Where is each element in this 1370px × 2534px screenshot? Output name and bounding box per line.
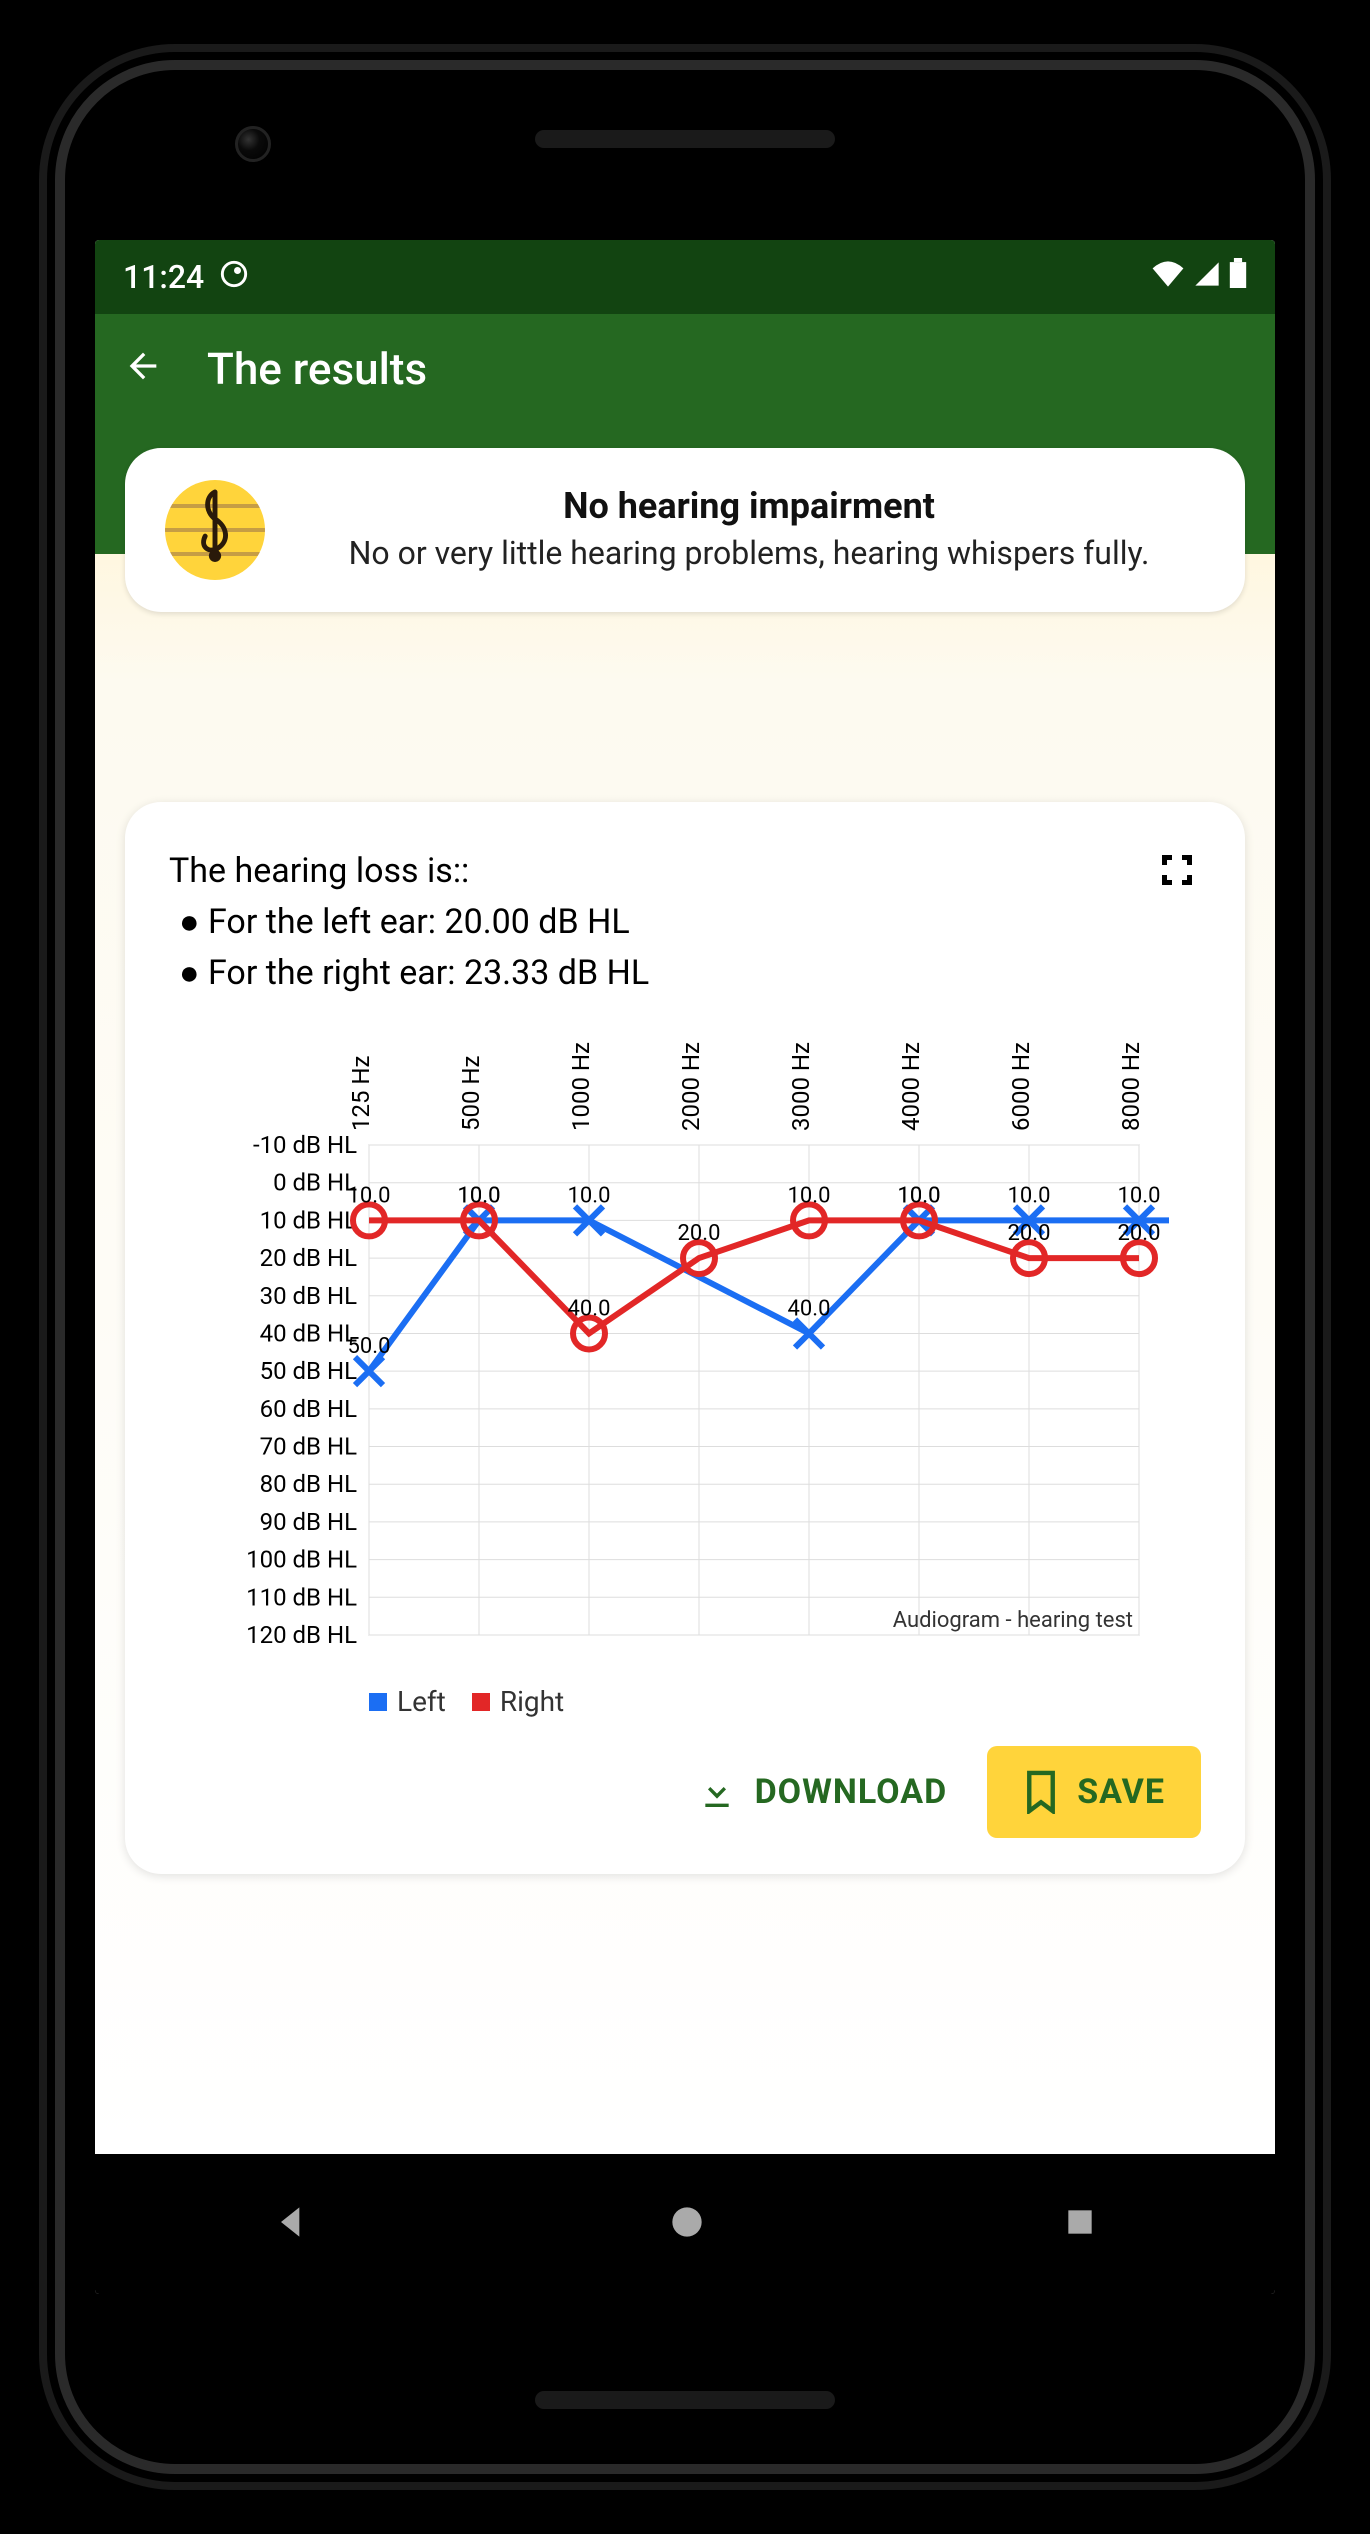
svg-text:10.0: 10.0: [1008, 1183, 1051, 1208]
svg-text:10 dB HL: 10 dB HL: [260, 1206, 357, 1234]
svg-text:20.0: 20.0: [1118, 1221, 1161, 1246]
android-nav-bar: [95, 2154, 1275, 2294]
svg-text:10.0: 10.0: [458, 1183, 501, 1208]
svg-text:60 dB HL: 60 dB HL: [260, 1395, 357, 1423]
nav-recent[interactable]: [1060, 2202, 1100, 2246]
chart-legend: Left Right: [369, 1685, 1201, 1718]
svg-text:3000 Hz: 3000 Hz: [787, 1042, 815, 1131]
hearing-loss-heading: The hearing loss is::: [169, 846, 649, 897]
svg-text:1000 Hz: 1000 Hz: [567, 1042, 595, 1131]
download-label: DOWNLOAD: [755, 1772, 948, 1812]
svg-text:125 Hz: 125 Hz: [347, 1055, 375, 1131]
page-title: The results: [207, 343, 427, 395]
hearing-loss-right: For the right ear: 23.33 dB HL: [208, 953, 649, 993]
signal-icon: [1193, 258, 1221, 296]
svg-text:10.0: 10.0: [898, 1183, 941, 1208]
status-bar: 11:24: [95, 240, 1275, 314]
legend-right: Right: [500, 1685, 564, 1718]
svg-text:20.0: 20.0: [678, 1221, 721, 1246]
treble-clef-icon: [165, 480, 265, 580]
svg-text:10.0: 10.0: [348, 1183, 391, 1208]
svg-text:110 dB HL: 110 dB HL: [246, 1583, 357, 1611]
svg-text:90 dB HL: 90 dB HL: [260, 1508, 357, 1536]
summary-title: No hearing impairment: [293, 485, 1205, 527]
nav-back[interactable]: [270, 2200, 314, 2248]
summary-card: No hearing impairment No or very little …: [125, 448, 1245, 612]
svg-text:40 dB HL: 40 dB HL: [260, 1319, 357, 1347]
svg-text:100 dB HL: 100 dB HL: [246, 1546, 357, 1574]
svg-text:10.0: 10.0: [788, 1183, 831, 1208]
summary-description: No or very little hearing problems, hear…: [293, 533, 1205, 575]
audiogram-card: The hearing loss is:: ● For the left ear…: [125, 802, 1245, 1874]
svg-text:Audiogram - hearing test: Audiogram - hearing test: [893, 1608, 1133, 1633]
svg-text:0 dB HL: 0 dB HL: [273, 1169, 357, 1197]
svg-text:120 dB HL: 120 dB HL: [246, 1621, 357, 1649]
svg-text:500 Hz: 500 Hz: [457, 1055, 485, 1131]
svg-text:10.0: 10.0: [568, 1183, 611, 1208]
svg-text:70 dB HL: 70 dB HL: [260, 1433, 357, 1461]
svg-text:20.0: 20.0: [1008, 1221, 1051, 1246]
status-time: 11:24: [123, 258, 204, 296]
hearing-loss-left: For the left ear: 20.00 dB HL: [208, 902, 630, 942]
svg-text:2000 Hz: 2000 Hz: [677, 1042, 705, 1131]
svg-text:10.0: 10.0: [1118, 1183, 1161, 1208]
save-label: SAVE: [1077, 1772, 1165, 1812]
svg-text:50 dB HL: 50 dB HL: [260, 1357, 357, 1385]
svg-text:50.0: 50.0: [348, 1334, 391, 1359]
save-button[interactable]: SAVE: [987, 1746, 1201, 1838]
svg-text:40.0: 40.0: [568, 1296, 611, 1321]
svg-text:20 dB HL: 20 dB HL: [260, 1244, 357, 1272]
data-saver-icon: [220, 258, 248, 296]
svg-text:6000 Hz: 6000 Hz: [1007, 1042, 1035, 1131]
audiogram-chart: -10 dB HL 0 dB HL 10 dB HL 20 dB HL 30 dB HL…: [169, 1035, 1201, 1679]
svg-text:8000 Hz: 8000 Hz: [1117, 1042, 1145, 1131]
wifi-icon: [1151, 258, 1185, 296]
svg-text:80 dB HL: 80 dB HL: [260, 1470, 357, 1498]
svg-text:30 dB HL: 30 dB HL: [260, 1282, 357, 1310]
svg-text:4000 Hz: 4000 Hz: [897, 1042, 925, 1131]
nav-home[interactable]: [665, 2200, 709, 2248]
battery-icon: [1229, 258, 1247, 296]
svg-text:-10 dB HL: -10 dB HL: [253, 1131, 357, 1159]
legend-left: Left: [397, 1685, 446, 1718]
svg-text:40.0: 40.0: [788, 1296, 831, 1321]
app-bar: The results: [95, 314, 1275, 424]
back-button[interactable]: [123, 346, 163, 393]
fullscreen-button[interactable]: [1153, 846, 1201, 894]
download-button[interactable]: DOWNLOAD: [697, 1772, 948, 1812]
